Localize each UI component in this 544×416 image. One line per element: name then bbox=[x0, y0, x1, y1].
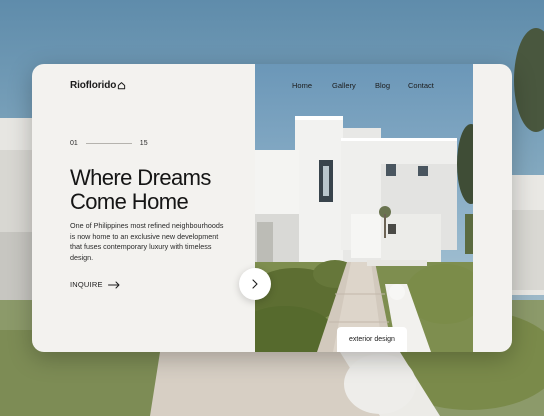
next-slide-button[interactable] bbox=[239, 268, 271, 300]
brand-logo[interactable]: Rioflorido bbox=[70, 80, 126, 91]
house-icon bbox=[118, 82, 126, 90]
hero-card: Rioflorido 01 15 Where Dreams Come Home … bbox=[32, 64, 512, 352]
arrow-right-icon bbox=[107, 281, 120, 288]
nav-item-blog[interactable]: Blog bbox=[375, 81, 390, 90]
side-panel bbox=[473, 64, 512, 352]
headline-line-2: Come Home bbox=[70, 189, 189, 214]
photo-tag: exterior design bbox=[337, 327, 407, 352]
house-photo bbox=[255, 64, 473, 352]
hero-headline: Where Dreams Come Home bbox=[70, 166, 250, 214]
current-slide: 01 bbox=[70, 140, 78, 147]
hero-description: One of Philippines most refined neighbou… bbox=[70, 221, 224, 262]
counter-divider bbox=[85, 143, 132, 144]
total-slides: 15 bbox=[139, 140, 148, 147]
brand-name: Rioflorido bbox=[70, 80, 117, 91]
nav-item-home[interactable]: Home bbox=[292, 81, 312, 90]
slide-counter: 01 15 bbox=[70, 140, 148, 147]
nav-item-gallery[interactable]: Gallery bbox=[332, 81, 356, 90]
inquire-button[interactable]: INQUIRE bbox=[70, 280, 120, 289]
headline-line-1: Where Dreams bbox=[70, 165, 211, 190]
nav-item-contact[interactable]: Contact bbox=[408, 81, 434, 90]
chevron-right-icon bbox=[252, 279, 258, 289]
inquire-label: INQUIRE bbox=[70, 280, 103, 289]
